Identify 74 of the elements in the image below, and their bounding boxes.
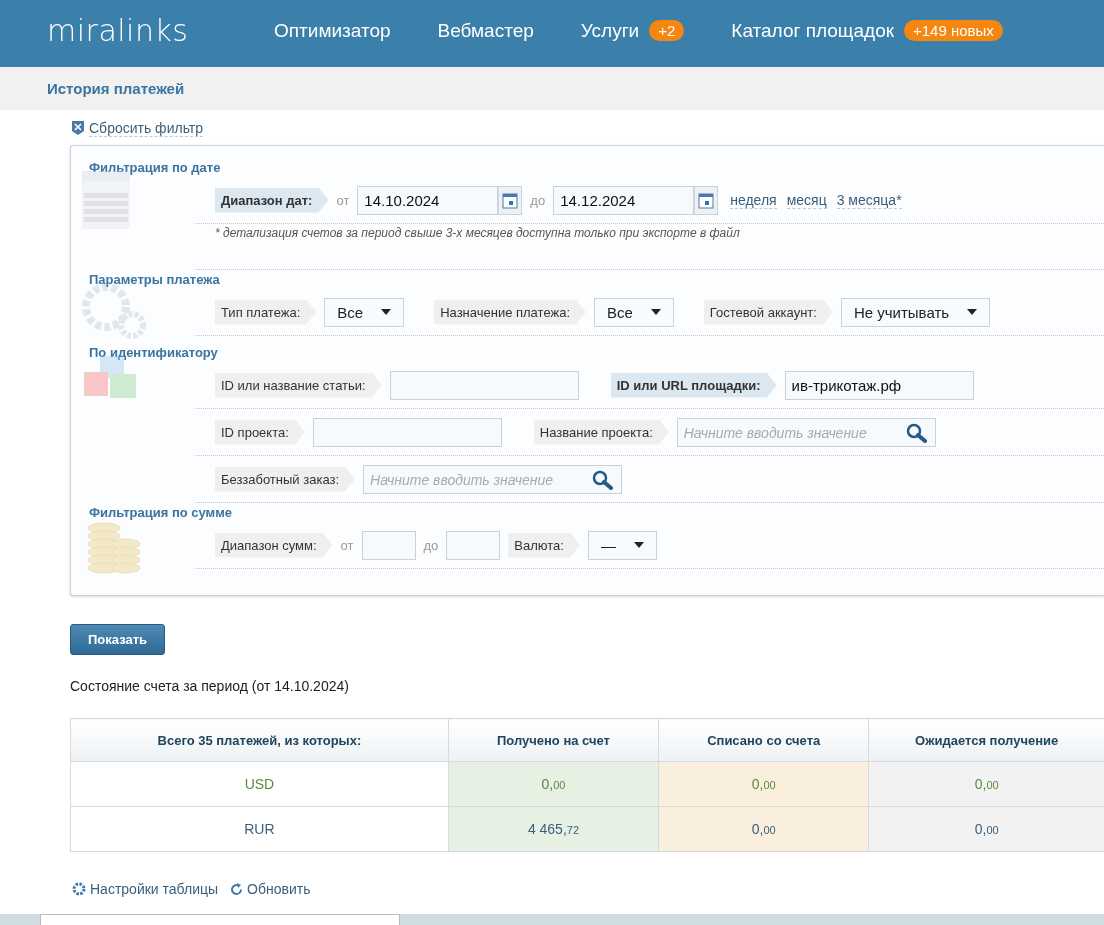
input-field[interactable] (361, 530, 416, 560)
input-field[interactable]: ив-трикотаж.рф (784, 370, 974, 400)
search-field[interactable]: Начните вводить значение (676, 417, 936, 447)
search-icon (905, 422, 928, 443)
table-cell: 0,00 (868, 761, 1104, 807)
table-cell: 0,00 (868, 806, 1104, 852)
reset-filter-link[interactable]: Сбросить фильтр (89, 119, 204, 137)
period-link[interactable]: месяц (786, 191, 827, 209)
field-label: Диапазон дат: (215, 187, 329, 213)
column-header: Получено на счет (448, 718, 659, 762)
search-icon (592, 469, 615, 490)
table-settings-link[interactable]: Настройки таблицы (72, 882, 219, 896)
date-field[interactable]: 14.10.2024 (357, 185, 499, 215)
caret-icon (967, 309, 978, 315)
refresh-icon (230, 882, 244, 896)
range-word: от (340, 537, 354, 553)
calendar-button[interactable] (498, 185, 523, 215)
calendar-icon (502, 191, 519, 209)
section-title: По идентификатору (89, 344, 219, 362)
section-title: Фильтрация по дате (89, 159, 222, 177)
nav-link[interactable]: Услуги +2 (580, 19, 685, 42)
field-label: Назначение платежа: (434, 299, 586, 325)
caret-icon (633, 542, 644, 548)
field-label: Тип платежа: (215, 299, 317, 325)
caret-icon (650, 309, 661, 315)
section-title: Параметры платежа (89, 271, 221, 289)
table-cell: RUR (70, 806, 449, 852)
show-button[interactable]: Показать (70, 624, 166, 655)
input-field[interactable] (389, 370, 579, 400)
period-link[interactable]: неделя (730, 191, 777, 209)
calendar-button[interactable] (694, 185, 719, 215)
table-cell: 0,00 (658, 761, 869, 807)
logo[interactable]: miralinks (47, 13, 274, 48)
select-dropdown[interactable]: — (587, 530, 657, 560)
page-title: История платежей (47, 80, 185, 97)
field-label: ID или название статьи: (215, 372, 382, 398)
section-title: Фильтрация по сумме (89, 504, 234, 522)
table-cell: USD (70, 761, 449, 807)
count-badge: +2 (649, 20, 685, 41)
period-link[interactable]: 3 месяца* (836, 191, 902, 209)
range-word: от (336, 192, 350, 208)
field-label: Диапазон сумм: (215, 532, 333, 558)
column-header: Всего 35 платежей, из которых: (70, 718, 449, 762)
table-cell: 0,00 (658, 806, 869, 852)
search-field[interactable]: Начните вводить значение (363, 464, 623, 494)
select-dropdown[interactable]: Все (594, 297, 674, 327)
input-field[interactable] (312, 417, 502, 447)
date-field[interactable]: 14.12.2024 (553, 185, 695, 215)
select-dropdown[interactable]: Все (324, 297, 405, 327)
field-label: Беззаботный заказ: (215, 466, 356, 492)
period-caption: Состояние счета за период (от 14.10.2024) (70, 678, 350, 694)
clear-filter-icon (72, 121, 84, 135)
calendar-icon (698, 191, 715, 209)
select-dropdown[interactable]: Не учитывать (840, 297, 991, 327)
field-label: Валюта: (508, 532, 580, 558)
field-label: Название проекта: (533, 419, 669, 445)
refresh-link[interactable]: Обновить (230, 882, 311, 896)
range-word: до (530, 192, 546, 208)
input-field[interactable] (446, 530, 501, 560)
field-label: ID или URL площадки: (610, 372, 777, 398)
range-word: до (423, 537, 439, 553)
nav-link[interactable]: Каталог площадок +149 новых (731, 19, 1003, 42)
column-header: Ожидается получение (868, 718, 1104, 762)
note-text: * детализация счетов за период свыше 3-х месяцев доступна только при экспорте в файл (215, 226, 740, 240)
field-label: Гостевой аккаунт: (703, 299, 833, 325)
nav-link[interactable]: Оптимизатор (274, 19, 391, 42)
count-badge: +149 новых (904, 20, 1003, 41)
column-header: Списано со счета (658, 718, 869, 762)
nav-link[interactable]: Вебмастер (437, 19, 534, 42)
field-label: ID проекта: (215, 419, 305, 445)
table-cell: 4 465,72 (448, 806, 659, 852)
table-cell: 0,00 (448, 761, 659, 807)
gear-icon (72, 882, 86, 896)
caret-icon (381, 309, 392, 315)
